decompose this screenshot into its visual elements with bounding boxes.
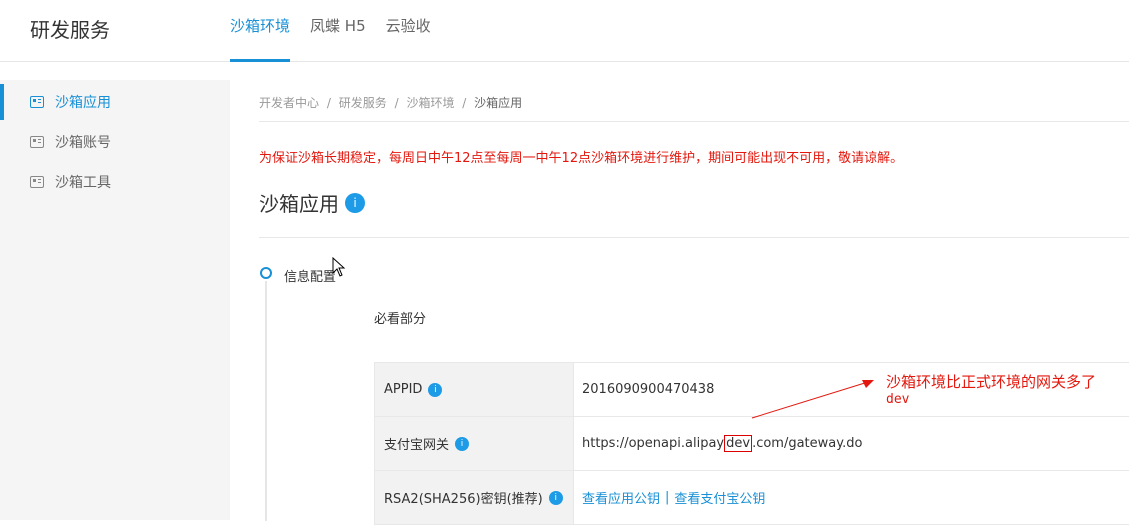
section-title: 必看部分	[374, 312, 427, 327]
page-title: 沙箱应用 i	[259, 188, 365, 217]
tools-card-icon	[30, 176, 44, 188]
row-label-text: APPID	[384, 382, 423, 397]
gateway-url-prefix: https://openapi.alipay	[582, 436, 725, 451]
tab-cloud-acceptance[interactable]: 云验收	[386, 0, 431, 62]
divider	[259, 121, 1129, 122]
tab-sandbox-env[interactable]: 沙箱环境	[230, 0, 291, 62]
breadcrumb-sandbox-env[interactable]: 沙箱环境	[406, 96, 454, 110]
row-label: APPID i	[374, 363, 574, 416]
top-nav: 沙箱环境 凤蝶 H5 云验收	[230, 0, 451, 62]
sidebar-item-label: 沙箱应用	[55, 95, 111, 111]
sidebar-item-label: 沙箱工具	[55, 175, 111, 191]
annotation-note: 沙箱环境比正式环境的网关多了 dev	[886, 373, 1096, 409]
info-icon[interactable]: i	[428, 382, 443, 397]
sidebar: 沙箱应用 沙箱账号 沙箱工具	[0, 80, 230, 520]
sidebar-item-label: 沙箱账号	[55, 135, 111, 151]
annotation-arrow-icon	[751, 380, 874, 419]
timeline-dot	[260, 267, 272, 279]
sidebar-item-sandbox-app[interactable]: 沙箱应用	[0, 82, 230, 122]
maintenance-notice: 为保证沙箱长期稳定，每周日中午12点至每周一中午12点沙箱环境进行维护，期间可能…	[259, 151, 904, 166]
tab-fengdie-h5[interactable]: 凤蝶 H5	[310, 0, 366, 62]
breadcrumb-separator: /	[326, 96, 331, 110]
page-title-text: 沙箱应用	[259, 192, 339, 216]
annotation-line1: 沙箱环境比正式环境的网关多了	[886, 373, 1097, 391]
view-alipay-public-key-link[interactable]: 查看支付宝公钥	[674, 488, 765, 507]
sidebar-item-sandbox-tools[interactable]: 沙箱工具	[0, 162, 230, 202]
mouse-cursor-icon	[332, 257, 346, 277]
gateway-url-highlight: dev	[724, 435, 753, 452]
breadcrumb-current: 沙箱应用	[474, 96, 523, 110]
breadcrumb: 开发者中心 / 研发服务 / 沙箱环境 / 沙箱应用	[259, 94, 522, 111]
info-icon[interactable]: i	[345, 192, 365, 213]
timeline-step-label: 信息配置	[284, 270, 337, 285]
sidebar-item-sandbox-account[interactable]: 沙箱账号	[0, 122, 230, 162]
info-icon[interactable]: i	[548, 490, 563, 505]
rsa-value: 查看应用公钥 | 查看支付宝公钥	[574, 471, 1129, 524]
account-card-icon	[30, 136, 44, 148]
breadcrumb-dev-services[interactable]: 研发服务	[339, 96, 387, 110]
timeline-line	[265, 281, 267, 521]
breadcrumb-developer-center[interactable]: 开发者中心	[259, 96, 319, 110]
table-row-rsa: RSA2(SHA256)密钥(推荐) i 查看应用公钥 | 查看支付宝公钥	[374, 471, 1129, 525]
breadcrumb-separator: /	[394, 96, 399, 110]
info-icon[interactable]: i	[455, 436, 470, 451]
row-label-text: 支付宝网关	[384, 438, 450, 453]
top-header: 研发服务 沙箱环境 凤蝶 H5 云验收	[0, 0, 1129, 62]
annotation-line2: dev	[886, 392, 910, 407]
link-separator: |	[665, 490, 670, 505]
main-content: 开发者中心 / 研发服务 / 沙箱环境 / 沙箱应用 为保证沙箱长期稳定，每周日…	[259, 80, 1129, 525]
row-label: 支付宝网关 i	[374, 417, 574, 470]
gateway-url-suffix: .com/gateway.do	[752, 436, 863, 451]
view-app-public-key-link[interactable]: 查看应用公钥	[582, 488, 660, 507]
row-label-text: RSA2(SHA256)密钥(推荐)	[384, 492, 543, 507]
brand-title: 研发服务	[30, 18, 110, 42]
breadcrumb-separator: /	[462, 96, 467, 110]
app-card-icon	[30, 96, 44, 108]
row-label: RSA2(SHA256)密钥(推荐) i	[374, 471, 574, 524]
divider	[259, 237, 1129, 238]
